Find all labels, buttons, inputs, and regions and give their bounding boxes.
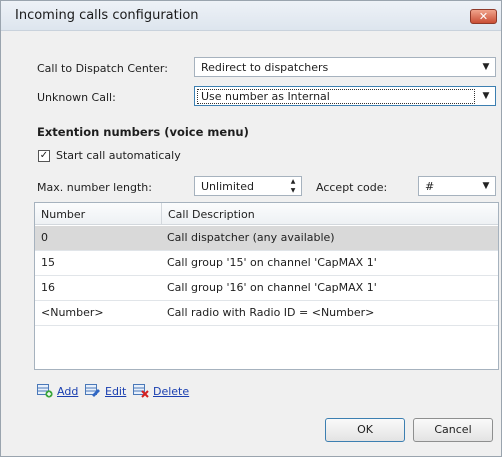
edit-row-icon <box>85 384 100 397</box>
ok-button[interactable]: OK <box>325 418 405 442</box>
delete-row-icon <box>133 384 149 398</box>
start-call-label[interactable]: Start call automaticaly <box>56 149 181 162</box>
start-call-checkbox[interactable]: ✓ <box>38 150 50 162</box>
accept-code-value: # <box>425 180 435 193</box>
dispatch-label: Call to Dispatch Center: <box>37 62 168 75</box>
table-row[interactable]: 0 Call dispatcher (any available) <box>35 226 498 251</box>
delete-link[interactable]: Delete <box>153 385 189 398</box>
row-description: Call group '15' on channel 'CapMAX 1' <box>167 256 377 269</box>
unknown-call-select-value: Use number as Internal <box>197 89 475 104</box>
table-row[interactable]: <Number> Call radio with Radio ID = <Num… <box>35 301 498 326</box>
chevron-down-icon[interactable]: ▼ <box>478 88 494 104</box>
title-bar: Incoming calls configuration ✕ <box>1 1 501 31</box>
checkmark-icon: ✓ <box>39 150 49 161</box>
column-header-description[interactable]: Call Description <box>161 203 498 224</box>
max-length-spinner[interactable]: Unlimited ▲ ▼ <box>194 176 302 196</box>
extension-table[interactable]: Number Call Description 0 Call dispatche… <box>34 202 499 370</box>
table-row[interactable]: 16 Call group '16' on channel 'CapMAX 1' <box>35 276 498 301</box>
row-description: Call radio with Radio ID = <Number> <box>167 306 375 319</box>
add-action[interactable]: Add <box>37 384 78 398</box>
cancel-button[interactable]: Cancel <box>413 418 493 442</box>
spin-down-icon[interactable]: ▼ <box>286 186 300 195</box>
row-description: Call dispatcher (any available) <box>167 231 335 244</box>
dispatch-select-value: Redirect to dispatchers <box>201 61 329 74</box>
edit-action[interactable]: Edit <box>85 384 126 398</box>
window-title: Incoming calls configuration <box>15 8 199 23</box>
spin-up-icon[interactable]: ▲ <box>286 177 300 186</box>
accept-code-label: Accept code: <box>316 181 388 194</box>
row-number: 15 <box>41 256 55 269</box>
dispatch-select[interactable]: Redirect to dispatchers ▼ <box>194 57 496 77</box>
section-title: Extention numbers (voice menu) <box>37 125 249 139</box>
chevron-down-icon[interactable]: ▼ <box>478 178 494 194</box>
row-number: <Number> <box>41 306 104 319</box>
max-length-label: Max. number length: <box>37 181 152 194</box>
max-length-value: Unlimited <box>201 180 254 193</box>
unknown-call-select[interactable]: Use number as Internal ▼ <box>194 86 496 106</box>
add-link[interactable]: Add <box>57 385 78 398</box>
row-description: Call group '16' on channel 'CapMAX 1' <box>167 281 377 294</box>
table-row[interactable]: 15 Call group '15' on channel 'CapMAX 1' <box>35 251 498 276</box>
row-number: 0 <box>41 231 48 244</box>
close-icon: ✕ <box>478 10 489 23</box>
dialog-window: Incoming calls configuration ✕ Call to D… <box>0 0 502 457</box>
add-row-icon <box>37 384 53 398</box>
delete-action[interactable]: Delete <box>133 384 189 398</box>
chevron-down-icon[interactable]: ▼ <box>478 59 494 75</box>
table-header: Number Call Description <box>35 203 498 225</box>
row-number: 16 <box>41 281 55 294</box>
edit-link[interactable]: Edit <box>105 385 126 398</box>
accept-code-select[interactable]: # ▼ <box>418 176 496 196</box>
close-button[interactable]: ✕ <box>470 9 497 24</box>
column-header-number[interactable]: Number <box>35 203 161 224</box>
unknown-call-label: Unknown Call: <box>37 91 116 104</box>
